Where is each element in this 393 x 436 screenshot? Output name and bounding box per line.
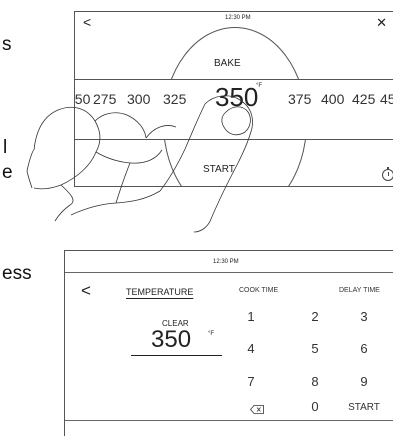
chevron-left-icon[interactable]: < xyxy=(81,281,91,301)
cropped-text-s: s xyxy=(2,34,12,55)
temperature-option[interactable]: 300 xyxy=(127,91,150,107)
temperature-option[interactable]: 375 xyxy=(288,91,311,107)
temperature-option[interactable]: 400 xyxy=(321,91,344,107)
selected-temperature[interactable]: 350 xyxy=(215,82,258,113)
mode-label: BAKE xyxy=(214,58,241,69)
keypad-key-1[interactable]: 1 xyxy=(231,309,271,324)
close-icon[interactable]: ✕ xyxy=(376,15,387,31)
start-button[interactable]: START xyxy=(344,402,384,413)
oven-dial-screen: < 12:30 PM ✕ BAKE 250 275 300 325 350 °F… xyxy=(74,11,393,187)
temperature-option[interactable]: 450 xyxy=(380,91,393,107)
degree-unit: °F xyxy=(208,331,215,337)
cropped-text-e: e xyxy=(2,162,13,183)
temperature-value: 350 xyxy=(151,326,192,353)
cropped-text-l: l xyxy=(3,137,8,158)
start-button[interactable]: START xyxy=(203,164,235,175)
keypad-key-2[interactable]: 2 xyxy=(295,309,335,324)
keypad-key-7[interactable]: 7 xyxy=(231,374,271,389)
bottom-divider xyxy=(65,420,393,421)
status-time: 12:30 PM xyxy=(213,259,239,265)
keypad-key-6[interactable]: 6 xyxy=(344,341,384,356)
timer-icon[interactable] xyxy=(382,167,393,181)
keypad-key-5[interactable]: 5 xyxy=(295,341,335,356)
temperature-option[interactable]: 425 xyxy=(352,91,375,107)
status-time: 12:30 PM xyxy=(225,15,251,21)
screenshot-page: s l e ess < 12:30 PM ✕ BAKE 250 275 300 … xyxy=(0,0,393,436)
keypad-key-3[interactable]: 3 xyxy=(344,309,384,324)
keypad-key-0[interactable]: 0 xyxy=(295,399,335,414)
keypad-key-4[interactable]: 4 xyxy=(231,341,271,356)
tab-temperature[interactable]: TEMPERATURE xyxy=(126,287,193,297)
tab-delay-time[interactable]: DELAY TIME xyxy=(339,287,380,294)
degree-unit: °F xyxy=(256,83,263,89)
tab-cook-time[interactable]: COOK TIME xyxy=(239,287,278,294)
temperature-option[interactable]: 250 xyxy=(75,91,90,107)
temperature-option[interactable]: 275 xyxy=(93,91,116,107)
value-underline xyxy=(131,355,222,356)
keypad-key-9[interactable]: 9 xyxy=(344,374,384,389)
backspace-icon[interactable] xyxy=(250,405,264,414)
temperature-keypad-screen: 12:30 PM < TEMPERATURE COOK TIME DELAY T… xyxy=(64,250,393,436)
top-divider xyxy=(65,272,393,273)
keypad-key-8[interactable]: 8 xyxy=(295,374,335,389)
temperature-option[interactable]: 325 xyxy=(163,91,186,107)
chevron-left-icon[interactable]: < xyxy=(83,14,91,30)
cropped-text-ess: ess xyxy=(2,263,32,284)
